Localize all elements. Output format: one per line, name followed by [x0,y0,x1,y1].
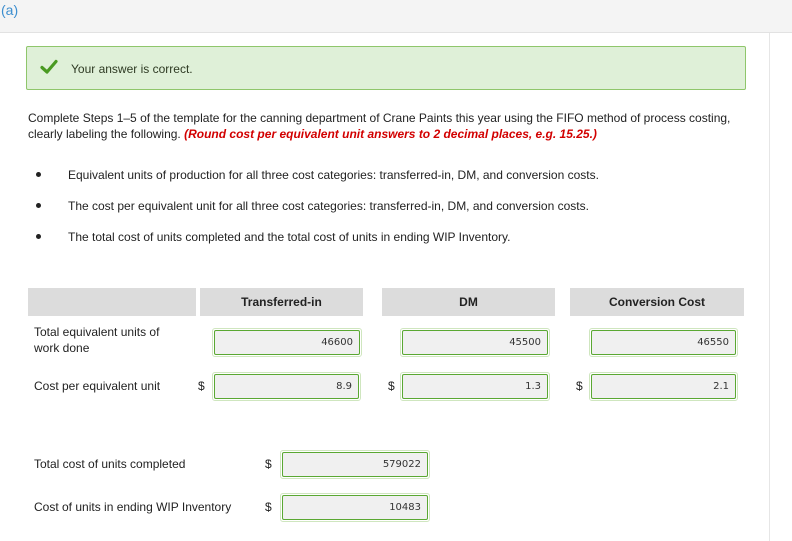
ending-wip-cost-label: Cost of units in ending WIP Inventory [34,500,232,514]
bullet-icon [36,172,41,177]
header-blank [28,288,196,316]
requirements-list: Equivalent units of production for all t… [36,168,756,261]
part-label: (a) [1,2,19,18]
equiv-units-transferred-in-input[interactable]: 46600 [212,328,362,357]
currency-symbol: $ [265,457,272,471]
currency-symbol: $ [198,379,205,393]
instructions: Complete Steps 1–5 of the template for t… [28,110,758,142]
list-item: The cost per equivalent unit for all thr… [36,199,756,230]
equiv-units-label: Total equivalent units of work done [34,325,160,355]
completed-cost-label: Total cost of units completed [34,457,186,471]
check-icon [40,59,58,74]
cost-per-unit-dm-input[interactable]: 1.3 [400,372,550,401]
completed-cost-input[interactable]: 579022 [280,450,430,479]
cost-per-unit-conversion-input[interactable]: 2.1 [589,372,738,401]
currency-symbol: $ [265,500,272,514]
rounding-hint: (Round cost per equivalent unit answers … [184,127,597,141]
column-header-conversion-cost: Conversion Cost [570,288,744,316]
equiv-units-conversion-input[interactable]: 46550 [589,328,738,357]
list-item: The total cost of units completed and th… [36,230,756,261]
equiv-units-dm-input[interactable]: 45500 [400,328,550,357]
column-header-transferred-in: Transferred-in [200,288,363,316]
alert-message: Your answer is correct. [71,62,193,76]
cost-per-unit-label: Cost per equivalent unit [34,379,161,393]
bullet-icon [36,203,41,208]
bullet-icon [36,234,41,239]
column-header-dm: DM [382,288,555,316]
correct-answer-alert: Your answer is correct. [26,46,746,90]
cost-per-unit-transferred-in-input[interactable]: 8.9 [212,372,361,401]
currency-symbol: $ [576,379,583,393]
currency-symbol: $ [388,379,395,393]
ending-wip-cost-input[interactable]: 10483 [280,493,430,522]
part-header: (a) [0,0,792,33]
panel-divider [769,33,770,541]
list-item: Equivalent units of production for all t… [36,168,756,199]
